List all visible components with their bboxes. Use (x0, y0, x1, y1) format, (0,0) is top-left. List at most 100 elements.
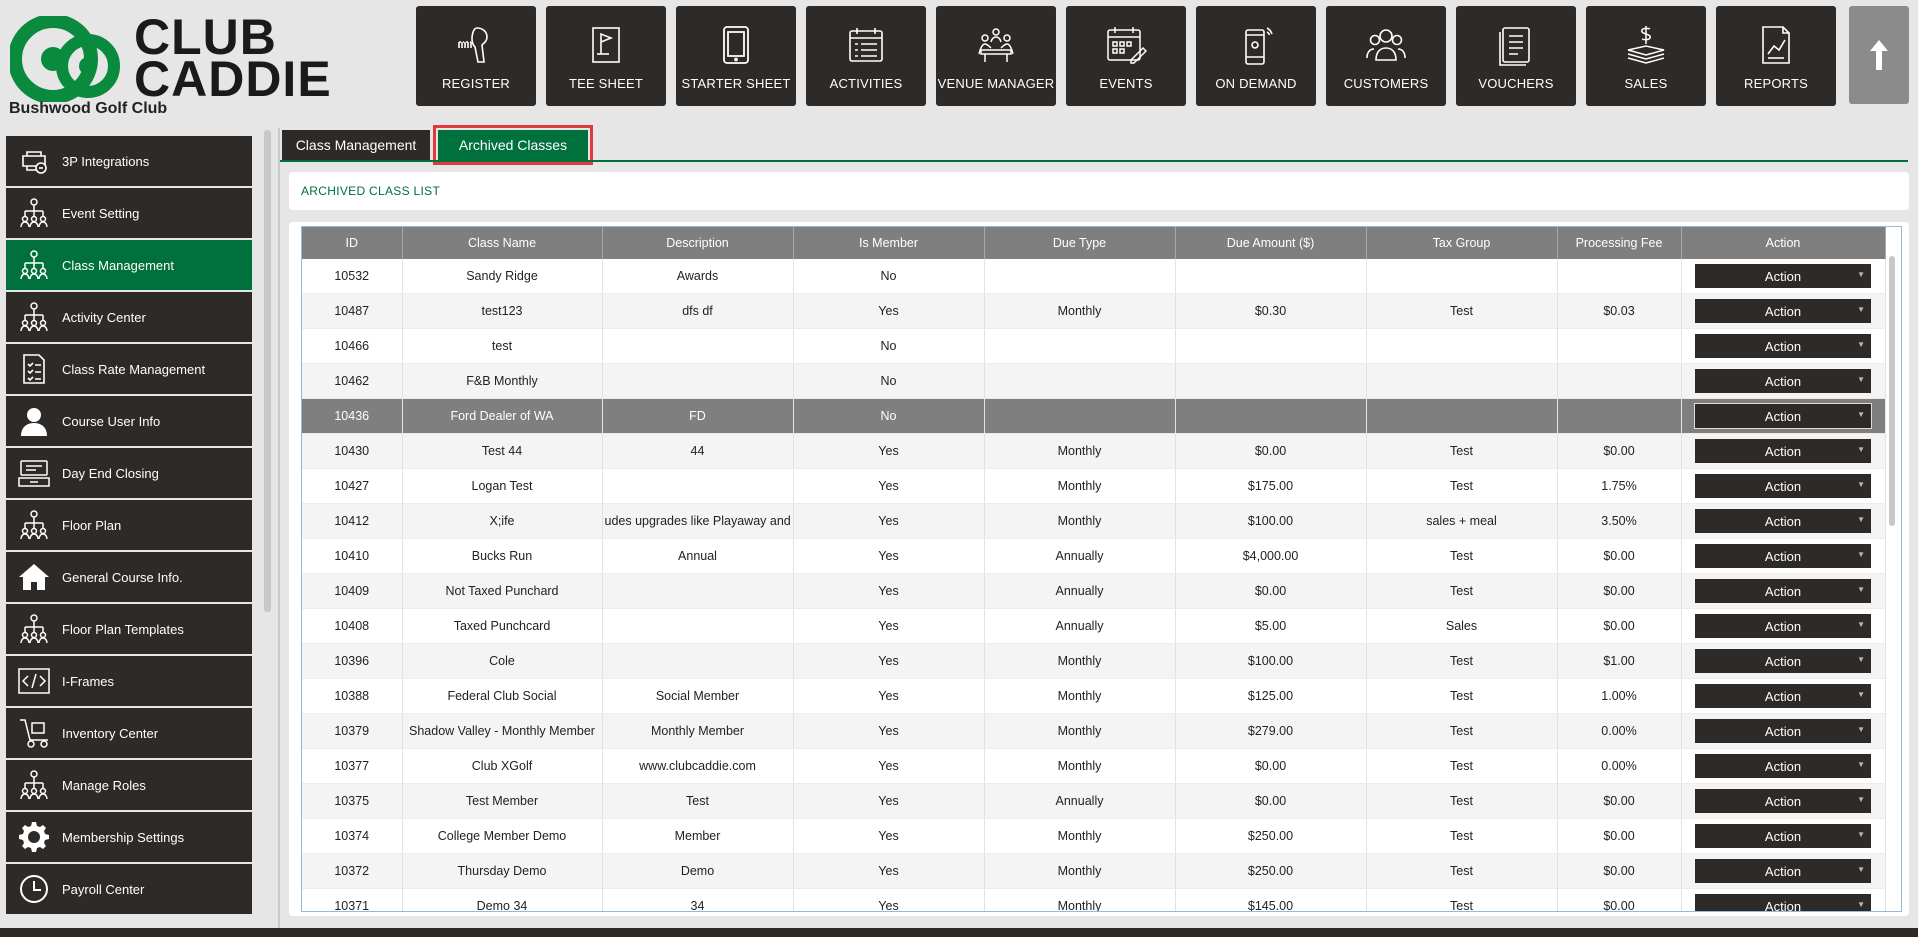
sidebar-item-manage-roles[interactable]: Manage Roles (6, 760, 252, 810)
action-dropdown-button[interactable]: Action ▼ (1695, 299, 1871, 323)
org-chart-icon (16, 611, 52, 647)
table-cell: Monthly (984, 713, 1176, 749)
table-cell (1557, 398, 1682, 434)
club-caddie-logo[interactable]: CLUB CADDIE (10, 12, 331, 104)
table-row[interactable]: 10462 F&B Monthly No Action ▼ (302, 363, 1886, 399)
sidebar-item-floor-plan-templates[interactable]: Floor Plan Templates (6, 604, 252, 654)
sidebar-item-3p-integrations[interactable]: 3P Integrations (6, 136, 252, 186)
grid-scrollbar[interactable] (1889, 256, 1895, 526)
sidebar-item-activity-center[interactable]: Activity Center (6, 292, 252, 342)
sidebar-item-floor-plan[interactable]: Floor Plan (6, 500, 252, 550)
column-header[interactable]: Action (1681, 227, 1886, 259)
action-dropdown-button[interactable]: Action ▼ (1695, 719, 1871, 743)
column-header[interactable]: Processing Fee (1557, 227, 1682, 259)
action-dropdown-button[interactable]: Action ▼ (1695, 614, 1871, 638)
table-row[interactable]: 10388 Federal Club Social Social Member Yes… (302, 678, 1886, 714)
column-header[interactable]: ID (302, 227, 403, 259)
table-row[interactable]: 10408 Taxed Punchcard Yes Annually $5.00 Sale… (302, 608, 1886, 644)
sidebar-item-label: Event Setting (62, 205, 140, 221)
action-dropdown-button[interactable]: Action ▼ (1695, 264, 1871, 288)
action-cell: Action ▼ (1681, 748, 1886, 784)
nav-label: REPORTS (1743, 76, 1808, 91)
action-cell: Action ▼ (1681, 678, 1886, 714)
header: CLUB CADDIE Bushwood Golf Club REGISTER … (0, 0, 1918, 124)
table-row[interactable]: 10377 Club XGolf www.clubcaddie.com Yes Mont… (302, 748, 1886, 784)
action-dropdown-button[interactable]: Action ▼ (1695, 684, 1871, 708)
action-dropdown-button[interactable]: Action ▼ (1695, 789, 1871, 813)
action-dropdown-button[interactable]: Action ▼ (1695, 334, 1871, 358)
action-dropdown-button[interactable]: Action ▼ (1695, 824, 1871, 848)
table-row[interactable]: 10374 College Member Demo Member Yes Monthly… (302, 818, 1886, 854)
table-row[interactable]: 10412 X;ife udes upgrades like Playaway an… (302, 503, 1886, 539)
caret-down-icon: ▼ (1857, 480, 1865, 489)
table-cell: Yes (793, 748, 985, 784)
nav-events-button[interactable]: EVENTS (1066, 6, 1186, 106)
table-cell: $1.00 (1557, 643, 1682, 679)
nav-on-demand-button[interactable]: ON DEMAND (1196, 6, 1316, 106)
action-dropdown-button[interactable]: Action ▼ (1695, 544, 1871, 568)
column-header[interactable]: Tax Group (1366, 227, 1558, 259)
action-dropdown-button[interactable]: Action ▼ (1695, 859, 1871, 883)
table-cell: Test (1366, 643, 1558, 679)
table-row[interactable]: 10410 Bucks Run Annual Yes Annually $4,000.00… (302, 538, 1886, 574)
nav-sales-button[interactable]: SALES (1586, 6, 1706, 106)
caret-down-icon: ▼ (1857, 725, 1865, 734)
nav-customers-button[interactable]: CUSTOMERS (1326, 6, 1446, 106)
sidebar-item-event-setting[interactable]: Event Setting (6, 188, 252, 238)
table-row[interactable]: 10430 Test 44 44 Yes Monthly $0.00 Test $0.00 Ac… (302, 433, 1886, 469)
sidebar-item-day-end-closing[interactable]: Day End Closing (6, 448, 252, 498)
column-header[interactable]: Class Name (402, 227, 603, 259)
table-row[interactable]: 10532 Sandy Ridge Awards No Action ▼ (302, 259, 1886, 294)
table-row[interactable]: 10409 Not Taxed Punchard Yes Annually $0.00 T… (302, 573, 1886, 609)
table-row[interactable]: 10436 Ford Dealer of WA FD No Action ▼ (302, 398, 1886, 434)
column-header[interactable]: Due Amount ($) (1175, 227, 1367, 259)
action-dropdown-button[interactable]: Action ▼ (1695, 369, 1871, 393)
table-row[interactable]: 10372 Thursday Demo Demo Yes Monthly $250.00 T… (302, 853, 1886, 889)
nav-register-button[interactable]: REGISTER (416, 6, 536, 106)
action-cell: Action ▼ (1681, 783, 1886, 819)
nav-starter-sheet-button[interactable]: STARTER SHEET (676, 6, 796, 106)
logo-mark-icon (10, 16, 120, 102)
nav-activities-button[interactable]: ACTIVITIES (806, 6, 926, 106)
nav-vouchers-button[interactable]: VOUCHERS (1456, 6, 1576, 106)
action-dropdown-button[interactable]: Action ▼ (1695, 439, 1871, 463)
sidebar-scrollbar[interactable] (264, 130, 271, 612)
table-cell: 10427 (302, 468, 403, 504)
scroll-up-button[interactable] (1849, 6, 1909, 104)
action-dropdown-button[interactable]: Action ▼ (1694, 403, 1872, 429)
table-row[interactable]: 10371 Demo 34 34 Yes Monthly $145.00 Test $0.00… (302, 888, 1886, 911)
sidebar-item-general-course-info[interactable]: General Course Info. (6, 552, 252, 602)
action-label: Action (1764, 828, 1802, 844)
table-row[interactable]: 10396 Cole Yes Monthly $100.00 Test $1.00 Actio… (302, 643, 1886, 679)
sidebar-item-course-user-info[interactable]: Course User Info (6, 396, 252, 446)
sidebar-item-i-frames[interactable]: I-Frames (6, 656, 252, 706)
action-dropdown-button[interactable]: Action ▼ (1695, 509, 1871, 533)
sidebar-item-inventory-center[interactable]: Inventory Center (6, 708, 252, 758)
table-cell (1175, 363, 1367, 399)
action-dropdown-button[interactable]: Action ▼ (1695, 894, 1871, 911)
action-dropdown-button[interactable]: Action ▼ (1695, 474, 1871, 498)
action-dropdown-button[interactable]: Action ▼ (1695, 754, 1871, 778)
column-header[interactable]: Is Member (793, 227, 985, 259)
nav-tee-sheet-button[interactable]: TEE SHEET (546, 6, 666, 106)
action-dropdown-button[interactable]: Action ▼ (1695, 579, 1871, 603)
tab-class-management[interactable]: Class Management (282, 130, 430, 160)
table-row[interactable]: 10375 Test Member Test Yes Annually $0.00 Test… (302, 783, 1886, 819)
nav-reports-button[interactable]: REPORTS (1716, 6, 1836, 106)
table-cell: $279.00 (1175, 713, 1367, 749)
column-header[interactable]: Due Type (984, 227, 1176, 259)
sidebar-item-membership-settings[interactable]: Membership Settings (6, 812, 252, 862)
sidebar-item-class-rate-management[interactable]: Class Rate Management (6, 344, 252, 394)
sidebar-item-class-management[interactable]: Class Management (6, 240, 252, 290)
table-row[interactable]: 10487 test123 dfs df Yes Monthly $0.30 Test $0.… (302, 293, 1886, 329)
action-label: Action (1764, 618, 1802, 634)
table-row[interactable]: 10466 test No Action ▼ (302, 328, 1886, 364)
table-row[interactable]: 10379 Shadow Valley - Monthly Member Month… (302, 713, 1886, 749)
table-row[interactable]: 10427 Logan Test Yes Monthly $175.00 Test 1.75… (302, 468, 1886, 504)
nav-venue-manager-button[interactable]: VENUE MANAGER (936, 6, 1056, 106)
tab-archived-classes[interactable]: Archived Classes (433, 125, 593, 165)
action-dropdown-button[interactable]: Action ▼ (1695, 649, 1871, 673)
mobile-phone-icon (1245, 27, 1273, 65)
column-header[interactable]: Description (602, 227, 794, 259)
sidebar-item-payroll-center[interactable]: Payroll Center (6, 864, 252, 914)
